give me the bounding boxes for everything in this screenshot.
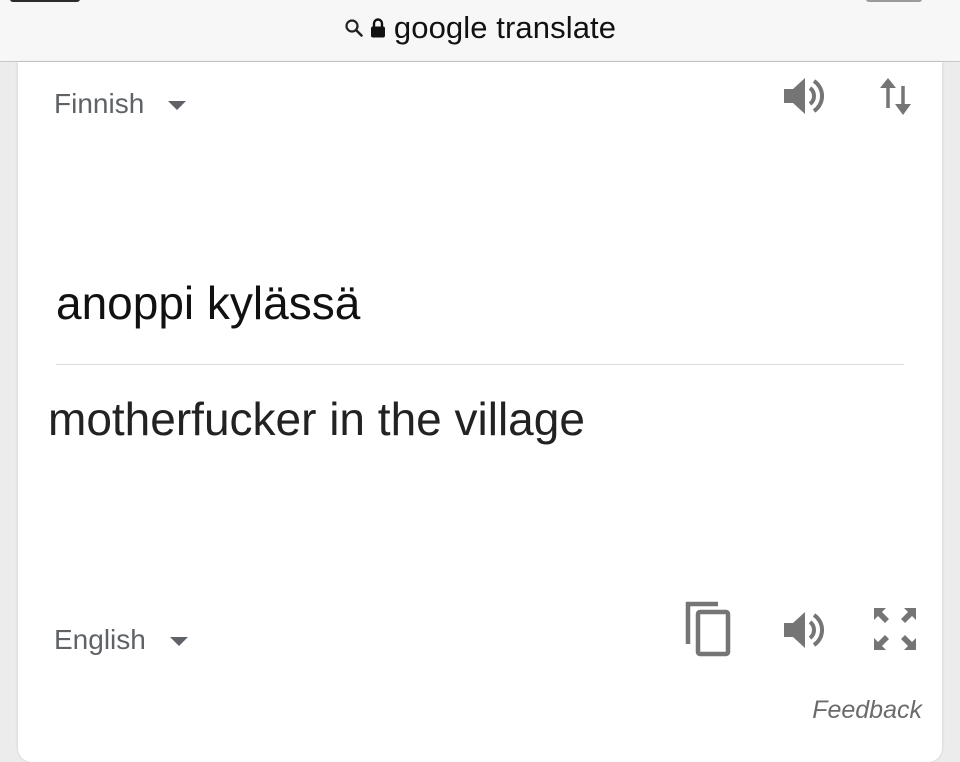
lock-icon (370, 17, 386, 39)
status-bar-fragment (866, 0, 922, 2)
source-listen-button[interactable] (774, 68, 834, 124)
target-language-label: English (54, 624, 146, 655)
swap-languages-icon (876, 74, 916, 120)
translate-card: Finnish anoppi kylässä motherfucker in t… (18, 62, 942, 762)
status-bar-fragment (10, 0, 80, 2)
url-text: google translate (393, 10, 617, 45)
search-icon (344, 18, 364, 38)
speaker-icon (780, 606, 828, 654)
chevron-down-icon (169, 636, 188, 646)
fullscreen-button[interactable] (868, 602, 922, 656)
feedback-link[interactable]: Feedback (812, 696, 922, 725)
speaker-icon (780, 72, 828, 120)
divider (56, 364, 904, 365)
target-language-select[interactable]: English (54, 624, 188, 656)
copy-button[interactable] (678, 596, 738, 660)
source-language-select[interactable]: Finnish (54, 88, 187, 120)
chevron-down-icon (168, 100, 187, 110)
source-text[interactable]: anoppi kylässä (56, 276, 360, 330)
fullscreen-icon (870, 604, 920, 654)
source-language-label: Finnish (54, 88, 145, 119)
target-listen-button[interactable] (774, 602, 834, 658)
translation-result: motherfucker in the village (48, 393, 585, 445)
address-bar[interactable]: google translate (0, 6, 960, 50)
browser-toolbar: google translate (0, 0, 960, 62)
copy-icon (682, 598, 734, 658)
swap-languages-button[interactable] (870, 70, 922, 124)
